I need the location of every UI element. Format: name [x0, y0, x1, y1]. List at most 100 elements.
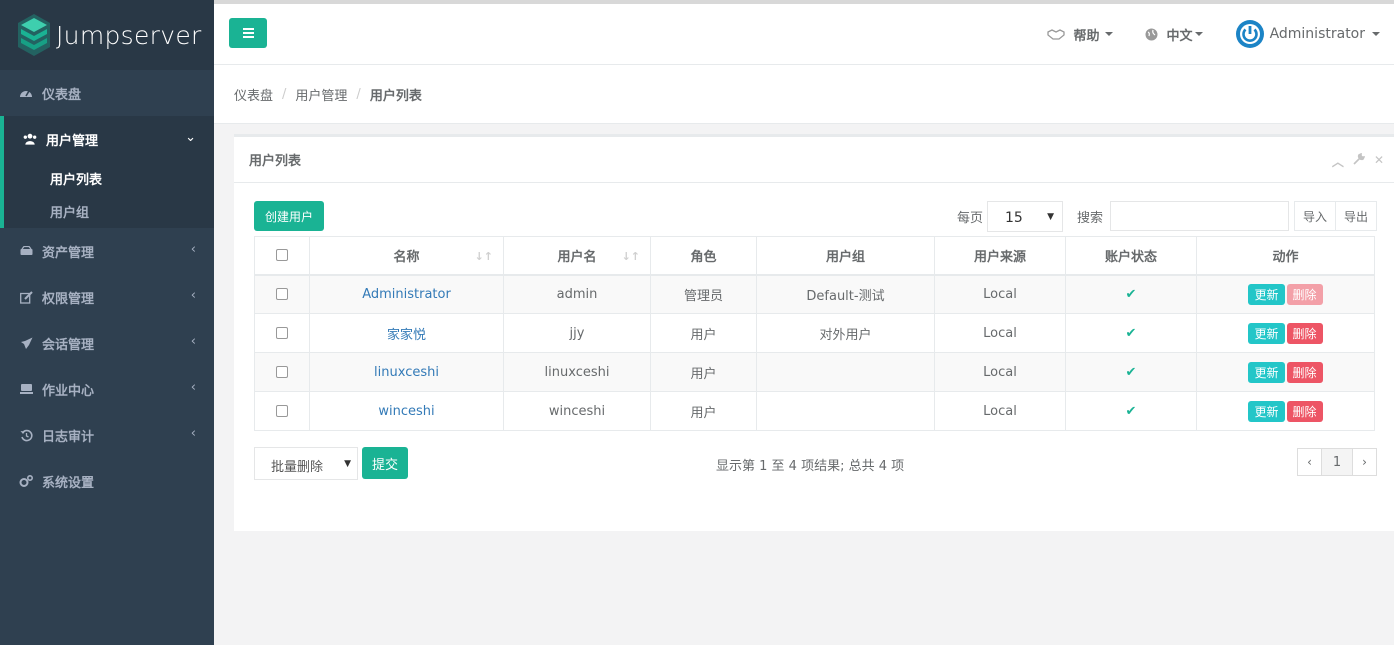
app-name: Jumpserver [56, 20, 202, 50]
chevron-left-icon: ‹ [190, 288, 196, 303]
submit-button[interactable]: 提交 [362, 447, 408, 479]
username-cell: admin [503, 274, 651, 314]
language-dropdown[interactable]: 中文 [1145, 25, 1203, 44]
rocket-icon [19, 336, 33, 350]
breadcrumb-item[interactable]: 用户管理 [295, 85, 347, 104]
row-checkbox[interactable] [276, 288, 288, 301]
caret-down-icon: ▼ [344, 459, 351, 469]
logo[interactable]: Jumpserver [0, 0, 214, 70]
sidebar-item-dashboard[interactable]: 仪表盘 [0, 70, 214, 116]
sidebar-subitem-user-list[interactable]: 用户列表 [23, 162, 214, 194]
import-button[interactable]: 导入 [1294, 201, 1337, 231]
export-button[interactable]: 导出 [1336, 201, 1378, 231]
hdd-icon [19, 244, 33, 258]
delete-button[interactable]: 删除 [1286, 322, 1323, 344]
user-list-panel: 用户列表 ︿ ✕ 创建用户 每页 15 ▼ 搜索 导入 导出 名称 ↓↑ 用户名 ↓… [234, 134, 1394, 531]
jumpserver-logo-icon [18, 14, 50, 56]
caret-down-icon [1194, 32, 1203, 36]
edit-icon [19, 290, 33, 304]
username-cell: linuxceshi [503, 352, 651, 392]
delete-button[interactable]: 删除 [1286, 400, 1323, 422]
check-icon: ✔ [1125, 325, 1137, 341]
update-button[interactable]: 更新 [1248, 322, 1285, 344]
breadcrumb-item[interactable]: 仪表盘 [234, 85, 273, 104]
sidebar-item-jobs[interactable]: 作业中心 ‹ [0, 366, 214, 412]
update-button[interactable]: 更新 [1248, 361, 1285, 383]
sidebar-subitem-user-group[interactable]: 用户组 [23, 194, 214, 228]
sidebar-item-label: 系统设置 [42, 475, 95, 491]
breadcrumb-current: 用户列表 [369, 88, 422, 104]
chevron-up-icon[interactable]: ︿ [1332, 153, 1344, 170]
select-all-checkbox[interactable] [276, 249, 288, 262]
bulk-action-select[interactable]: 批量删除 ▼ [254, 447, 358, 480]
avatar-icon [1235, 20, 1264, 48]
column-header-name[interactable]: 名称 ↓↑ [309, 236, 504, 276]
user-name-link[interactable]: linuxceshi [374, 365, 439, 380]
pagination: ‹ 1 › [1297, 448, 1377, 476]
search-input[interactable] [1110, 201, 1289, 231]
column-header-actions: 动作 [1196, 236, 1375, 276]
chevron-left-icon: ‹ [190, 426, 196, 441]
menu-toggle-button[interactable] [229, 18, 267, 48]
page-current[interactable]: 1 [1322, 448, 1352, 476]
sidebar-item-label: 仪表盘 [42, 87, 82, 103]
user-name-link[interactable]: Administrator [362, 287, 451, 302]
bulk-action-value: 批量删除 [271, 460, 324, 475]
chevron-left-icon: ‹ [190, 242, 196, 257]
page-prev-button[interactable]: ‹ [1297, 448, 1322, 476]
row-checkbox[interactable] [276, 366, 288, 378]
sidebar-item-assets[interactable]: 资产管理 ‹ [0, 228, 214, 274]
delete-button[interactable]: 删除 [1286, 361, 1323, 383]
wrench-icon[interactable] [1353, 152, 1366, 170]
page-next-button[interactable]: › [1352, 448, 1377, 476]
chevron-left-icon: ‹ [190, 380, 196, 395]
panel-tools: ︿ ✕ [1332, 152, 1384, 170]
user-name-link[interactable]: 家家悦 [387, 328, 426, 343]
sidebar-group-users: 用户管理 ⌄ 用户列表 用户组 [0, 116, 214, 228]
update-button[interactable]: 更新 [1248, 400, 1285, 422]
sidebar-item-settings[interactable]: 系统设置 [0, 458, 214, 504]
delete-button[interactable]: 删除 [1286, 283, 1323, 305]
cogs-icon [19, 474, 33, 488]
help-label: 帮助 [1073, 28, 1100, 44]
sidebar-item-users[interactable]: 用户管理 ⌄ [23, 116, 214, 162]
create-user-button[interactable]: 创建用户 [254, 201, 324, 231]
group-cell [756, 391, 935, 431]
sidebar-item-permissions[interactable]: 权限管理 ‹ [0, 274, 214, 320]
sidebar-item-audit[interactable]: 日志审计 ‹ [0, 412, 214, 458]
close-icon[interactable]: ✕ [1374, 153, 1384, 170]
group-cell: Default-测试 [756, 274, 935, 314]
chevron-down-icon: ⌄ [185, 130, 196, 145]
per-page-value: 15 [1005, 210, 1023, 226]
table-row: Administrator admin 管理员 Default-测试 Local… [254, 274, 1375, 314]
role-cell: 用户 [650, 313, 757, 353]
sort-icon: ↓↑ [474, 250, 493, 263]
column-header-username[interactable]: 用户名 ↓↑ [503, 236, 651, 276]
breadcrumb-separator: / [356, 86, 361, 102]
user-table: 名称 ↓↑ 用户名 ↓↑ 角色 用户组 用户来源 账户状态 动作 Administr… [254, 236, 1375, 431]
sidebar: Jumpserver 仪表盘 用户管理 ⌄ 用户列表 用户组 资产管理 ‹ 权限… [0, 0, 214, 645]
bars-icon [242, 28, 254, 30]
check-icon: ✔ [1125, 403, 1137, 419]
user-name-link[interactable]: winceshi [378, 404, 434, 419]
row-checkbox[interactable] [276, 327, 288, 339]
role-cell: 管理员 [650, 274, 757, 314]
breadcrumb-separator: / [282, 86, 287, 102]
per-page-select[interactable]: 15 ▼ [987, 201, 1063, 232]
panel-title: 用户列表 [249, 154, 302, 169]
source-cell: Local [934, 313, 1066, 353]
table-row: winceshi winceshi 用户 Local ✔ 更新 删除 [254, 391, 1375, 431]
chevron-left-icon: ‹ [190, 334, 196, 349]
user-name: Administrator [1269, 26, 1365, 42]
caret-down-icon [1372, 32, 1380, 36]
panel-header: 用户列表 ︿ ✕ [234, 137, 1394, 183]
sidebar-item-label: 用户管理 [46, 133, 99, 149]
caret-down-icon: ▼ [1047, 212, 1054, 222]
sidebar-item-sessions[interactable]: 会话管理 ‹ [0, 320, 214, 366]
row-checkbox[interactable] [276, 405, 288, 417]
column-header-status: 账户状态 [1065, 236, 1197, 276]
help-dropdown[interactable]: 帮助 [1046, 25, 1113, 44]
user-dropdown[interactable]: Administrator [1235, 19, 1380, 49]
group-cell [756, 352, 935, 392]
update-button[interactable]: 更新 [1248, 283, 1285, 305]
